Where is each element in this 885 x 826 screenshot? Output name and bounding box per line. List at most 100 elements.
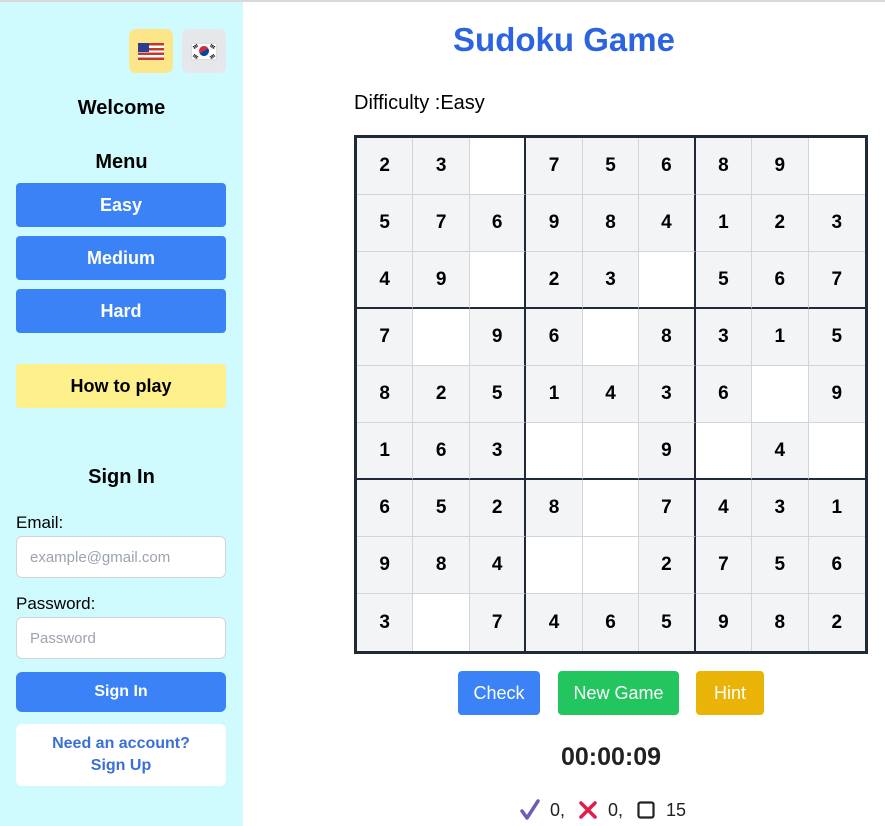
sudoku-cell: 2: [413, 366, 470, 423]
sudoku-cell: 9: [808, 366, 865, 423]
sudoku-cell: 3: [808, 195, 865, 252]
sudoku-cell: 4: [357, 252, 414, 309]
sign-up-link[interactable]: Need an account? Sign Up: [16, 724, 226, 786]
sudoku-cell: 9: [469, 309, 527, 366]
sudoku-cell-empty[interactable]: [808, 423, 865, 480]
sudoku-cell: 1: [808, 480, 865, 537]
sudoku-cell-empty[interactable]: [526, 537, 583, 594]
sudoku-cell: 5: [357, 195, 414, 252]
sudoku-cell: 9: [526, 195, 583, 252]
hint-button[interactable]: Hint: [696, 671, 764, 715]
sudoku-cell: 9: [357, 537, 414, 594]
sudoku-board: 2375689576984123492356779683158251436916…: [354, 135, 868, 654]
sudoku-cell: 1: [695, 195, 753, 252]
sudoku-cell: 5: [639, 594, 696, 651]
sudoku-cell: 4: [582, 366, 640, 423]
sudoku-cell: 3: [752, 480, 809, 537]
sudoku-cell-empty[interactable]: [695, 423, 753, 480]
sudoku-cell-empty[interactable]: [808, 138, 865, 195]
sudoku-cell: 2: [808, 594, 865, 651]
sudoku-cell-empty[interactable]: [469, 138, 527, 195]
sudoku-cell: 8: [357, 366, 414, 423]
sudoku-cell: 6: [357, 480, 414, 537]
sudoku-cell-empty[interactable]: [582, 537, 640, 594]
sudoku-cell: 4: [469, 537, 527, 594]
sudoku-cell: 1: [357, 423, 414, 480]
sudoku-cell: 9: [752, 138, 809, 195]
sudoku-cell-empty[interactable]: [526, 423, 583, 480]
new-game-button[interactable]: New Game: [558, 671, 679, 715]
sudoku-cell-empty[interactable]: [582, 309, 640, 366]
sudoku-cell: 6: [695, 366, 753, 423]
sudoku-cell: 6: [582, 594, 640, 651]
sudoku-cell: 1: [752, 309, 809, 366]
sudoku-cell: 7: [639, 480, 696, 537]
sudoku-cell: 2: [752, 195, 809, 252]
sudoku-cell: 6: [808, 537, 865, 594]
sudoku-cell: 9: [695, 594, 753, 651]
game-timer: 00:00:09: [560, 743, 662, 771]
sudoku-cell: 4: [526, 594, 583, 651]
sudoku-cell: 6: [752, 252, 809, 309]
sidebar: Welcome Menu Easy Medium Hard How to pla…: [0, 2, 243, 826]
check-button[interactable]: Check: [458, 671, 540, 715]
sudoku-cell: 3: [639, 366, 696, 423]
sudoku-cell-empty[interactable]: [639, 252, 696, 309]
sudoku-cell: 1: [526, 366, 583, 423]
sudoku-cell: 3: [357, 594, 414, 651]
sudoku-cell: 3: [413, 138, 470, 195]
sudoku-cell: 5: [469, 366, 527, 423]
sudoku-cell-empty[interactable]: [582, 480, 640, 537]
sudoku-cell: 6: [413, 423, 470, 480]
email-field[interactable]: [16, 536, 226, 578]
wrong-count: 0,: [608, 799, 624, 820]
sudoku-cell-empty[interactable]: [582, 423, 640, 480]
easy-button[interactable]: Easy: [16, 183, 226, 227]
sudoku-cell: 8: [582, 195, 640, 252]
sudoku-cell: 6: [526, 309, 583, 366]
sudoku-cell-empty[interactable]: [752, 366, 809, 423]
language-korean-button[interactable]: [182, 29, 226, 73]
sudoku-cell: 8: [526, 480, 583, 537]
sudoku-cell: 7: [469, 594, 527, 651]
sudoku-cell: 9: [639, 423, 696, 480]
sudoku-cell: 7: [695, 537, 753, 594]
sudoku-cell: 9: [413, 252, 470, 309]
sudoku-cell: 7: [413, 195, 470, 252]
sudoku-cell: 5: [582, 138, 640, 195]
sudoku-cell: 5: [413, 480, 470, 537]
sudoku-cell-empty[interactable]: [413, 594, 470, 651]
sudoku-cell: 5: [695, 252, 753, 309]
sudoku-cell: 6: [469, 195, 527, 252]
sudoku-cell: 7: [808, 252, 865, 309]
how-to-play-button[interactable]: How to play: [16, 364, 226, 408]
medium-button[interactable]: Medium: [16, 236, 226, 280]
sudoku-cell: 5: [752, 537, 809, 594]
sudoku-cell: 8: [752, 594, 809, 651]
sudoku-cell: 3: [695, 309, 753, 366]
sudoku-cell: 4: [752, 423, 809, 480]
sudoku-cell: 2: [639, 537, 696, 594]
correct-count: 0,: [550, 799, 566, 820]
page-title: Sudoku Game: [453, 21, 675, 58]
password-field[interactable]: [16, 617, 226, 659]
language-english-button[interactable]: [129, 29, 173, 73]
sudoku-cell: 7: [526, 138, 583, 195]
email-label: Email:: [16, 513, 64, 532]
sudoku-cell: 3: [582, 252, 640, 309]
kr-flag-icon: [191, 42, 217, 60]
sudoku-cell: 8: [639, 309, 696, 366]
sudoku-cell-empty[interactable]: [469, 252, 527, 309]
sudoku-cell: 8: [413, 537, 470, 594]
sudoku-cell: 2: [469, 480, 527, 537]
sudoku-cell: 7: [357, 309, 414, 366]
us-flag-icon: [138, 42, 164, 60]
password-label: Password:: [16, 594, 96, 613]
sign-in-button[interactable]: Sign In: [16, 672, 226, 712]
sudoku-cell-empty[interactable]: [413, 309, 470, 366]
checkmark-icon: [519, 798, 541, 822]
sign-in-heading: Sign In: [88, 466, 155, 488]
hard-button[interactable]: Hard: [16, 289, 226, 333]
sudoku-cell: 8: [695, 138, 753, 195]
game-stats: 0, 0, 15: [519, 798, 698, 822]
